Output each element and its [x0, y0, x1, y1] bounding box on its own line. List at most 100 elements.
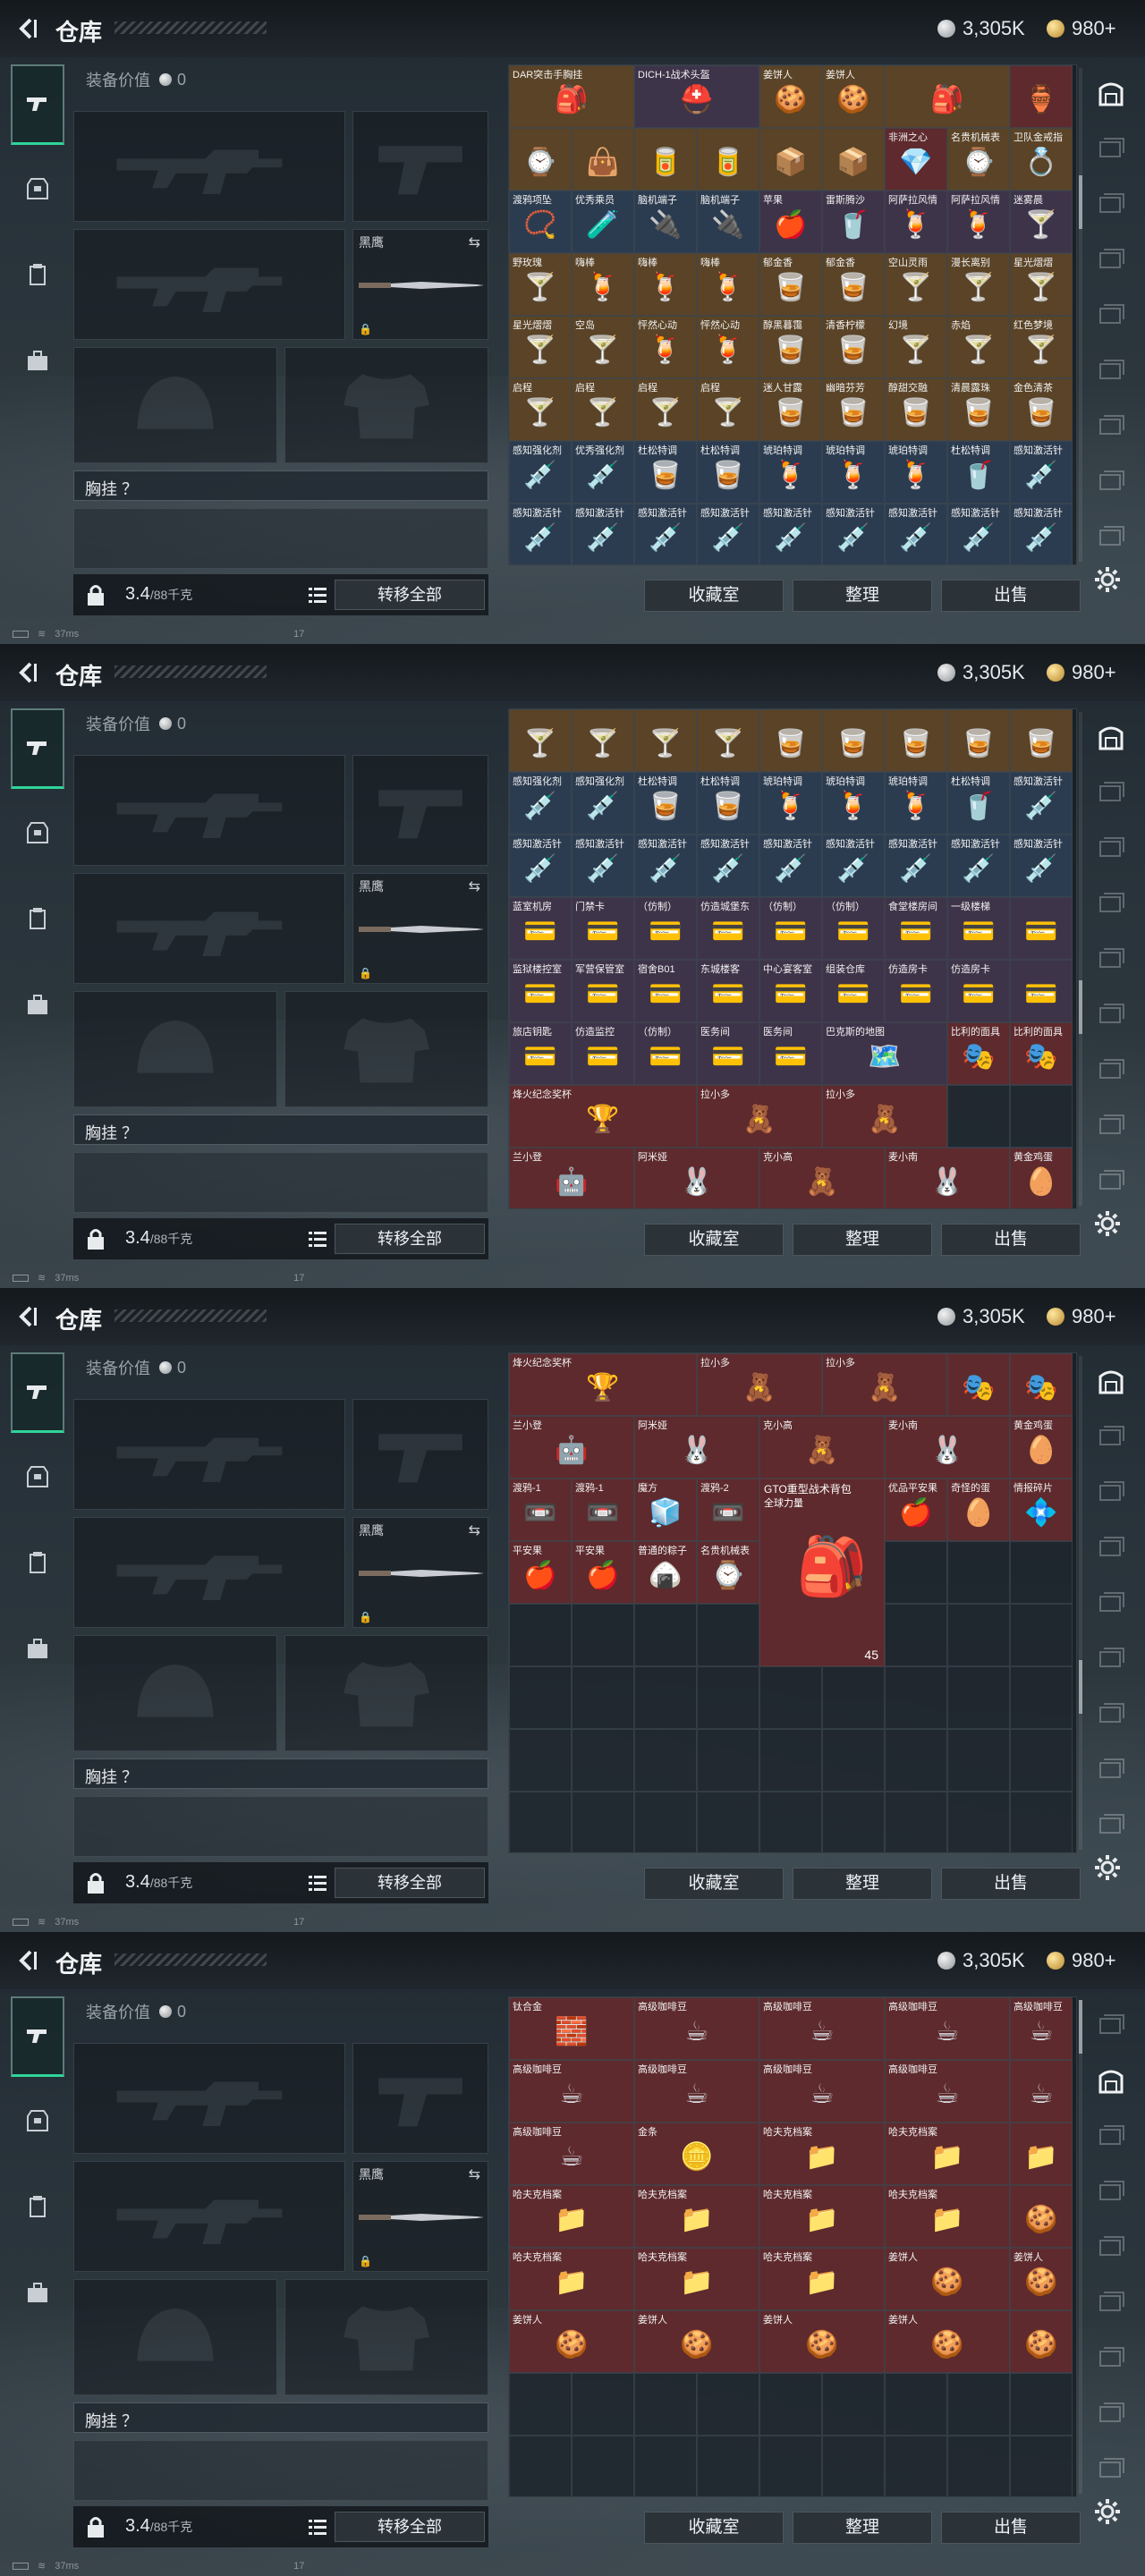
armor-slot[interactable]	[284, 991, 488, 1107]
inventory-item[interactable]: 奇怪的蛋 🥚	[947, 1479, 1010, 1541]
inventory-item[interactable]: 感知激活针 💉	[822, 504, 885, 564]
inventory-item[interactable]: 🍪	[1010, 2185, 1073, 2248]
inventory-item[interactable]: 中心宴客室 💳	[759, 960, 822, 1022]
secondary-weapon-slot[interactable]	[73, 873, 345, 984]
tab-weapons[interactable]	[11, 1352, 64, 1433]
inventory-item[interactable]: 感知强化剂 💉	[572, 772, 634, 835]
inventory-item[interactable]: 仿造房卡 💳	[885, 960, 947, 1022]
empty-slot[interactable]	[509, 2436, 572, 2496]
transfer-all-button[interactable]: 转移全部	[335, 2512, 485, 2542]
inventory-item[interactable]: 感知激活针 💉	[634, 504, 697, 564]
inventory-item[interactable]: 醇黑暮霭 🥃	[759, 316, 822, 378]
inventory-item[interactable]: 🥫	[697, 128, 759, 191]
inventory-item[interactable]: 医务间 💳	[697, 1022, 759, 1085]
empty-slot[interactable]	[1010, 1729, 1073, 1792]
storage-tab[interactable]	[1093, 521, 1129, 556]
sidearm-slot[interactable]	[352, 1399, 488, 1510]
inventory-item[interactable]: 🥃	[885, 709, 947, 772]
empty-slot[interactable]	[634, 2436, 697, 2496]
inventory-item[interactable]: 🍸	[634, 709, 697, 772]
storage-tab[interactable]	[1093, 832, 1129, 868]
storage-tab[interactable]	[1093, 1587, 1129, 1623]
inventory-item[interactable]: 平安果 🍎	[509, 1541, 572, 1604]
empty-slot[interactable]	[885, 1792, 947, 1852]
empty-slot[interactable]	[947, 2373, 1010, 2436]
inventory-scrollbar[interactable]	[1079, 68, 1082, 562]
backpack-slot[interactable]	[73, 1796, 488, 1857]
inventory-scrollbar[interactable]	[1079, 2000, 1082, 2494]
primary-weapon-slot[interactable]	[73, 1399, 345, 1510]
melee-slot[interactable]: 黑鹰 ⇆ 🔒	[352, 1517, 488, 1628]
inventory-item[interactable]: 杜松特调 🥃	[634, 772, 697, 835]
inventory-item[interactable]: 哈夫克档案 📁	[509, 2185, 634, 2248]
inventory-item[interactable]: 组装仓库 💳	[822, 960, 885, 1022]
sidearm-slot[interactable]	[352, 2043, 488, 2154]
gold-currency[interactable]: 980+	[1047, 1946, 1116, 1975]
inventory-item[interactable]: DAR突击手胸挂 🎒	[509, 65, 634, 128]
gold-currency[interactable]: 980+	[1047, 1302, 1116, 1331]
back-icon[interactable]	[13, 14, 41, 43]
inventory-item[interactable]: 渡鸦-2 📼	[697, 1479, 759, 1541]
armor-slot[interactable]	[284, 1635, 488, 1751]
inventory-item[interactable]: 感知激活针 💉	[509, 504, 572, 564]
inventory-item[interactable]: 📁	[1010, 2123, 1073, 2185]
inventory-item[interactable]: 监狱楼控室 💳	[509, 960, 572, 1022]
inventory-item[interactable]: 脑机端子 🔌	[697, 191, 759, 253]
inventory-item[interactable]: 📦	[822, 128, 885, 191]
empty-slot[interactable]	[822, 2436, 885, 2496]
inventory-item[interactable]: 空岛 🍸	[572, 316, 634, 378]
tab-armor[interactable]	[11, 1438, 64, 1519]
inventory-item[interactable]: 姜饼人 🍪	[759, 2310, 885, 2373]
backpack-slot[interactable]	[73, 2440, 488, 2501]
inventory-item[interactable]: 黄金鸡蛋 🥚	[1010, 1416, 1073, 1479]
inventory-item[interactable]: 哈夫克档案 📁	[759, 2123, 885, 2185]
inventory-item[interactable]: 启程 🍸	[634, 378, 697, 441]
empty-slot[interactable]	[572, 1604, 634, 1666]
empty-slot[interactable]	[1010, 1792, 1073, 1852]
inventory-item[interactable]: 金色清茶 🥃	[1010, 378, 1073, 441]
silver-currency[interactable]: 3,305K	[937, 658, 1025, 687]
sort-button[interactable]: 整理	[793, 580, 932, 612]
inventory-item[interactable]: 拉小多 🧸	[822, 1353, 947, 1416]
inventory-item[interactable]: 卫队金戒指 💍	[1010, 128, 1073, 191]
storage-tab[interactable]	[1093, 2342, 1129, 2377]
inventory-item[interactable]: 感知强化剂 💉	[509, 441, 572, 504]
chest-rig-slot[interactable]: 胸挂 ？	[73, 2402, 488, 2433]
inventory-item[interactable]: 感知激活针 💉	[759, 835, 822, 897]
swap-icon[interactable]: ⇆	[469, 877, 480, 895]
silver-currency[interactable]: 3,305K	[937, 1946, 1025, 1975]
empty-slot[interactable]	[697, 2373, 759, 2436]
sort-button[interactable]: 整理	[793, 1224, 932, 1256]
empty-slot[interactable]	[885, 1729, 947, 1792]
sell-button[interactable]: 出售	[941, 1868, 1081, 1900]
storage-tab[interactable]	[1093, 410, 1129, 445]
storage-tab[interactable]	[1093, 721, 1129, 757]
sidearm-slot[interactable]	[352, 755, 488, 866]
empty-slot[interactable]	[634, 1604, 697, 1666]
inventory-item[interactable]: 拉小多 🧸	[697, 1085, 822, 1148]
storage-tab[interactable]	[1093, 998, 1129, 1034]
inventory-item[interactable]: 💳	[1010, 897, 1073, 960]
empty-slot[interactable]	[509, 2373, 572, 2436]
melee-slot[interactable]: 黑鹰 ⇆ 🔒	[352, 873, 488, 984]
inventory-item[interactable]: 📦	[759, 128, 822, 191]
empty-slot[interactable]	[822, 1666, 885, 1729]
secondary-weapon-slot[interactable]	[73, 2161, 345, 2272]
inventory-item[interactable]: 琥珀特调 🍹	[885, 772, 947, 835]
empty-slot[interactable]	[1010, 1604, 1073, 1666]
inventory-item[interactable]: 清香柠檬 🥃	[822, 316, 885, 378]
inventory-item[interactable]: 琥珀特调 🍹	[822, 772, 885, 835]
inventory-item[interactable]: 野玫瑰 🍸	[509, 253, 572, 316]
inventory-item[interactable]: 👜	[572, 128, 634, 191]
storage-tab[interactable]	[1093, 776, 1129, 812]
tab-weapons[interactable]	[11, 708, 64, 789]
inventory-item[interactable]: 巴克斯的地图 🗺️	[822, 1022, 947, 1085]
helmet-slot[interactable]	[73, 2279, 277, 2395]
scroll-thumb[interactable]	[1079, 2000, 1082, 2054]
inventory-item[interactable]: 感知激活针 💉	[1010, 441, 1073, 504]
storage-tab[interactable]	[1093, 1698, 1129, 1733]
storage-tab[interactable]	[1093, 243, 1129, 279]
inventory-item[interactable]: 怦然心动 🍹	[634, 316, 697, 378]
collection-button[interactable]: 收藏室	[644, 1224, 784, 1256]
sell-button[interactable]: 出售	[941, 2512, 1081, 2544]
